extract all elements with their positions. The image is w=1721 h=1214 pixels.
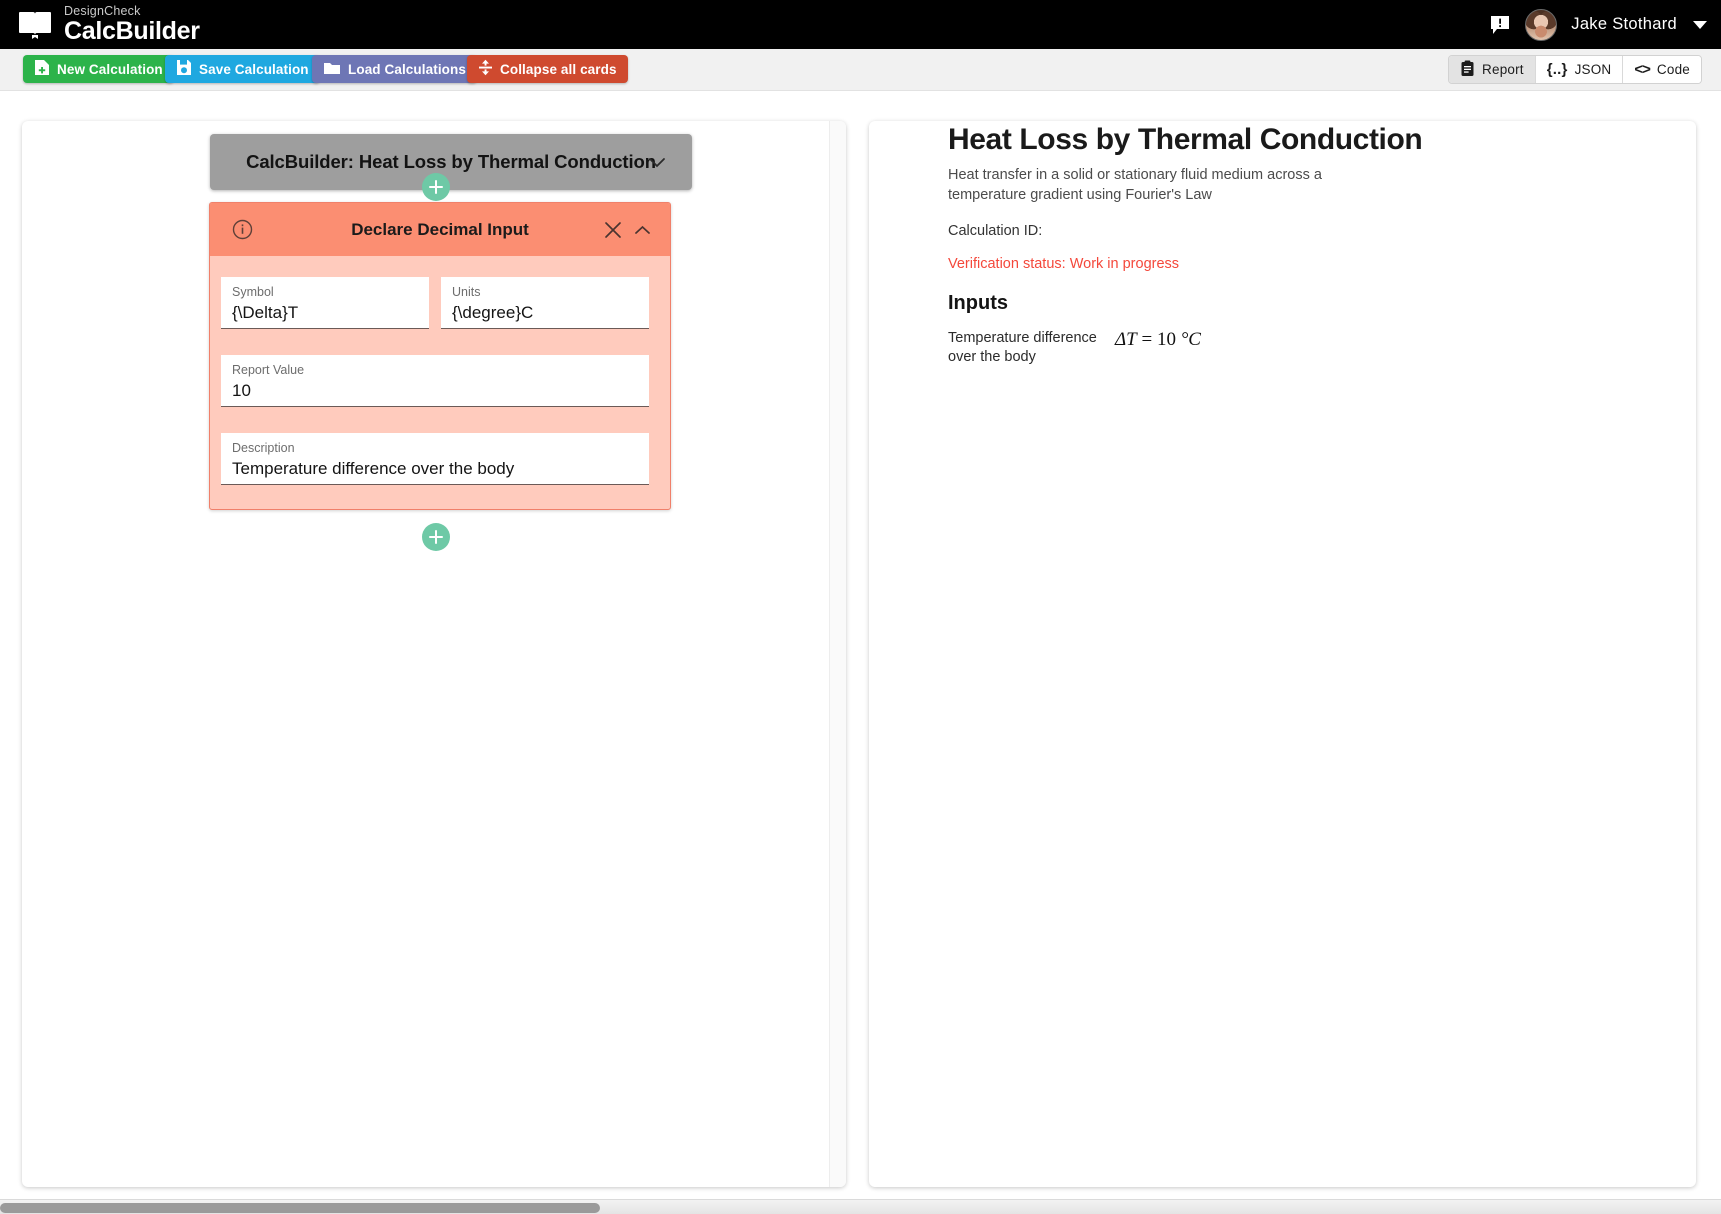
add-card-button-top[interactable]: [422, 173, 450, 201]
brand-subtitle: DesignCheck: [64, 3, 141, 18]
declare-decimal-input-card: Declare Decimal Input Symbol {\Delta}T U: [209, 202, 671, 510]
save-calculation-label: Save Calculation: [199, 61, 309, 77]
caret-down-icon[interactable]: [1693, 20, 1707, 29]
horizontal-scrollbar[interactable]: [0, 1199, 1721, 1214]
description-field-label: Description: [232, 441, 295, 455]
braces-icon: {..}: [1546, 61, 1568, 78]
vertical-scrollbar[interactable]: [829, 121, 846, 1187]
book-icon: [18, 10, 52, 40]
close-icon[interactable]: [604, 221, 622, 239]
new-calculation-button[interactable]: New Calculation: [23, 55, 174, 83]
new-calculation-label: New Calculation: [57, 61, 163, 77]
input-symbol: ΔT: [1115, 328, 1137, 350]
top-bar-right: Jake Stothard: [1489, 0, 1707, 49]
collapse-all-cards-label: Collapse all cards: [500, 61, 617, 77]
report-value-field[interactable]: Report Value 10: [221, 355, 649, 407]
inputs-heading: Inputs: [948, 291, 1008, 314]
report-panel: Heat Loss by Thermal Conduction Heat tra…: [869, 121, 1696, 1187]
tab-code-label: Code: [1656, 62, 1690, 77]
load-calculations-label: Load Calculations: [348, 61, 466, 77]
card-header: Declare Decimal Input: [210, 203, 670, 256]
action-toolbar: New Calculation Save Calculation Load Ca…: [0, 49, 1721, 91]
builder-panel: CalcBuilder: Heat Loss by Thermal Conduc…: [22, 121, 846, 1187]
tab-json[interactable]: {..} JSON: [1535, 56, 1624, 83]
input-row: Temperature difference over the body ΔT …: [948, 329, 1648, 367]
description-field[interactable]: Description Temperature difference over …: [221, 433, 649, 485]
top-bar: DesignCheck CalcBuilder Jake Stothard: [0, 0, 1721, 49]
calc-header-card[interactable]: CalcBuilder: Heat Loss by Thermal Conduc…: [210, 134, 692, 190]
angle-brackets-icon: <>: [1634, 61, 1651, 78]
tab-report-label: Report: [1482, 62, 1524, 77]
description-field-value: Temperature difference over the body: [232, 458, 515, 478]
brand-title: CalcBuilder: [64, 17, 200, 46]
floppy-disk-icon: [176, 59, 192, 79]
units-field[interactable]: Units {\degree}C: [441, 277, 649, 329]
folder-icon: [323, 60, 341, 79]
page-title: Heat Loss by Thermal Conduction: [948, 123, 1423, 156]
input-unit: °C: [1180, 328, 1201, 350]
report-content: Heat Loss by Thermal Conduction Heat tra…: [948, 121, 1648, 367]
calc-header-title: CalcBuilder: Heat Loss by Thermal Conduc…: [246, 151, 656, 172]
symbol-field-value: {\Delta}T: [232, 302, 299, 322]
file-plus-icon: [34, 59, 50, 79]
clipboard-icon: [1460, 60, 1475, 80]
collapse-all-cards-button[interactable]: Collapse all cards: [467, 55, 628, 83]
message-alert-icon[interactable]: [1489, 14, 1511, 36]
load-calculations-button[interactable]: Load Calculations: [312, 55, 477, 83]
input-equals: =: [1141, 328, 1153, 350]
collapse-arrows-icon: [478, 59, 493, 79]
tab-json-label: JSON: [1574, 62, 1612, 77]
report-value-field-value: 10: [232, 380, 251, 400]
chevron-up-icon[interactable]: [634, 224, 651, 236]
save-calculation-button[interactable]: Save Calculation: [165, 55, 320, 83]
chevron-down-icon[interactable]: [648, 156, 666, 174]
card-title: Declare Decimal Input: [351, 219, 529, 239]
brand[interactable]: DesignCheck CalcBuilder: [18, 5, 200, 45]
input-label: Temperature difference over the body: [948, 329, 1097, 365]
report-value-field-label: Report Value: [232, 363, 305, 377]
calculation-id: Calculation ID:: [948, 222, 1043, 239]
info-circle-icon[interactable]: [232, 219, 253, 245]
symbol-field[interactable]: Symbol {\Delta}T: [221, 277, 429, 329]
symbol-field-label: Symbol: [232, 285, 274, 299]
units-field-label: Units: [452, 285, 481, 299]
input-value: 10: [1156, 328, 1176, 350]
add-card-button-bottom[interactable]: [422, 523, 450, 551]
user-name[interactable]: Jake Stothard: [1571, 15, 1677, 34]
status-badge: Verification status: Work in progress: [948, 255, 1180, 272]
horizontal-scrollbar-thumb[interactable]: [0, 1203, 600, 1213]
units-field-value: {\degree}C: [452, 302, 534, 322]
view-mode-toggle: Report {..} JSON <> Code: [1448, 55, 1702, 84]
avatar[interactable]: [1525, 8, 1558, 41]
input-equation: ΔT = 10 °C: [1115, 329, 1201, 367]
tab-code[interactable]: <> Code: [1623, 56, 1701, 83]
report-description: Heat transfer in a solid or stationary f…: [948, 166, 1322, 204]
tab-report[interactable]: Report: [1449, 56, 1536, 83]
